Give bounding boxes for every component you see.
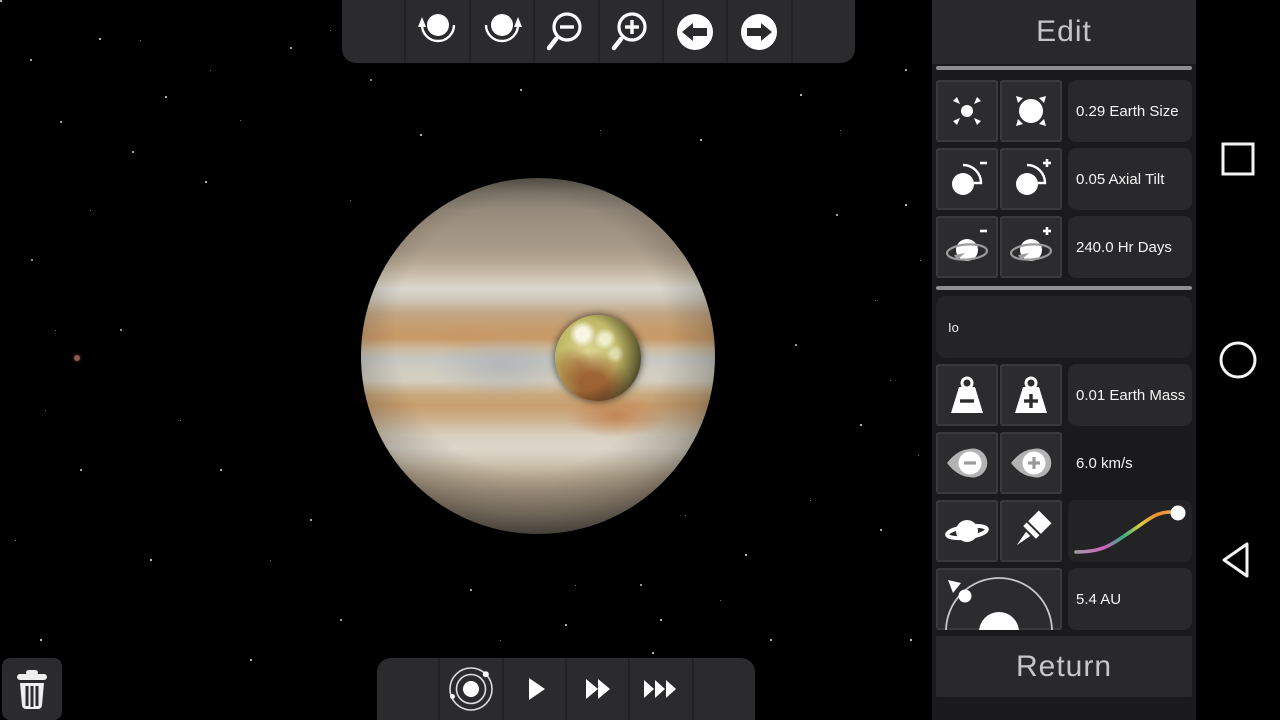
- rotate-right-icon: [480, 10, 524, 54]
- tilt-increase-button[interactable]: [1000, 148, 1062, 210]
- trash-icon: [10, 667, 54, 711]
- home-circle-icon: [1218, 340, 1258, 380]
- rotate-left-icon: [416, 10, 460, 54]
- toolbar-spacer: [342, 0, 404, 63]
- appearance-row: [932, 500, 1196, 562]
- return-button[interactable]: Return: [936, 636, 1192, 697]
- size-value-text: 0.29 Earth Size: [1076, 103, 1179, 120]
- size-increase-icon: [1009, 89, 1053, 133]
- toolbar-spacer: [791, 0, 855, 63]
- paintbrush-icon: [1009, 509, 1053, 553]
- toolbar-spacer: [692, 658, 755, 720]
- day-decrease-button[interactable]: [936, 216, 998, 278]
- color-curve-icon: [1068, 500, 1192, 562]
- divider: [936, 66, 1192, 70]
- tilt-increase-icon: [1009, 157, 1053, 201]
- android-nav-bar: [1196, 0, 1280, 720]
- day-value-text: 240.0 Hr Days: [1076, 239, 1172, 256]
- mass-decrease-icon: [945, 373, 989, 417]
- system-view-icon: [447, 665, 495, 713]
- camera-toolbar: [342, 0, 855, 63]
- mass-value-label: 0.01 Earth Mass: [1068, 364, 1192, 426]
- planet-jupiter[interactable]: [361, 178, 715, 534]
- moon-io[interactable]: [555, 315, 641, 401]
- orbit-distance-button[interactable]: [936, 568, 1062, 630]
- red-star: [74, 355, 80, 361]
- recents-button[interactable]: [1196, 123, 1280, 195]
- back-triangle-icon: [1217, 539, 1259, 581]
- starfield-faint: [0, 0, 1, 1]
- mass-decrease-button[interactable]: [936, 364, 998, 426]
- tilt-decrease-icon: [945, 157, 989, 201]
- mass-value-text: 0.01 Earth Mass: [1076, 387, 1185, 404]
- tilt-row: 0.05 Axial Tilt: [932, 148, 1196, 210]
- size-decrease-button[interactable]: [936, 80, 998, 142]
- day-increase-button[interactable]: [1000, 216, 1062, 278]
- orbit-value-label: 5.4 AU: [1068, 568, 1192, 630]
- play-button[interactable]: [502, 658, 565, 720]
- fastest-forward-button[interactable]: [628, 658, 691, 720]
- day-value-label: 240.0 Hr Days: [1068, 216, 1192, 278]
- fastest-forward-icon: [639, 667, 683, 711]
- page-title: Edit: [1036, 15, 1092, 49]
- zoom-out-button[interactable]: [533, 0, 597, 63]
- fast-forward-icon: [576, 667, 620, 711]
- velocity-increase-icon: [1009, 441, 1053, 485]
- tilt-value-label: 0.05 Axial Tilt: [1068, 148, 1192, 210]
- size-increase-button[interactable]: [1000, 80, 1062, 142]
- pan-left-button[interactable]: [662, 0, 726, 63]
- planet-name-input[interactable]: [936, 296, 1192, 358]
- recents-square-icon: [1220, 141, 1256, 177]
- day-increase-icon: [1009, 225, 1053, 269]
- zoom-in-icon: [609, 10, 653, 54]
- mass-row: 0.01 Earth Mass: [932, 364, 1196, 426]
- color-curve-button[interactable]: [1068, 500, 1192, 562]
- home-button[interactable]: [1196, 324, 1280, 396]
- size-row: 0.29 Earth Size: [932, 80, 1196, 142]
- mass-increase-icon: [1009, 373, 1053, 417]
- orbit-distance-icon: [936, 568, 1062, 630]
- delete-button[interactable]: [2, 658, 62, 720]
- pan-right-icon: [737, 10, 781, 54]
- day-decrease-icon: [945, 225, 989, 269]
- paint-button[interactable]: [1000, 500, 1062, 562]
- zoom-in-button[interactable]: [598, 0, 662, 63]
- velocity-value-label: 6.0 km/s: [1068, 432, 1192, 494]
- size-decrease-icon: [945, 89, 989, 133]
- rotate-left-button[interactable]: [404, 0, 468, 63]
- fast-forward-button[interactable]: [565, 658, 628, 720]
- edit-panel-header: Edit: [932, 0, 1196, 64]
- toolbar-spacer: [377, 658, 438, 720]
- pan-left-icon: [673, 10, 717, 54]
- rotate-right-button[interactable]: [469, 0, 533, 63]
- divider: [936, 286, 1192, 290]
- orbit-value-text: 5.4 AU: [1076, 591, 1121, 608]
- velocity-row: 6.0 km/s: [932, 432, 1196, 494]
- size-value-label: 0.29 Earth Size: [1068, 80, 1192, 142]
- app-screen: Edit: [0, 0, 1280, 720]
- velocity-decrease-button[interactable]: [936, 432, 998, 494]
- edit-panel: Edit: [932, 0, 1196, 720]
- velocity-increase-button[interactable]: [1000, 432, 1062, 494]
- velocity-decrease-icon: [945, 441, 989, 485]
- day-row: 240.0 Hr Days: [932, 216, 1196, 278]
- zoom-out-icon: [544, 10, 588, 54]
- tilt-decrease-button[interactable]: [936, 148, 998, 210]
- system-view-button[interactable]: [438, 658, 501, 720]
- back-button[interactable]: [1196, 524, 1280, 596]
- mass-increase-button[interactable]: [1000, 364, 1062, 426]
- orbit-row: 5.4 AU: [932, 568, 1196, 630]
- play-icon: [512, 667, 556, 711]
- rings-button[interactable]: [936, 500, 998, 562]
- planet-rings-icon: [945, 509, 989, 553]
- pan-right-button[interactable]: [726, 0, 790, 63]
- velocity-value-text: 6.0 km/s: [1076, 455, 1133, 472]
- tilt-value-text: 0.05 Axial Tilt: [1076, 171, 1164, 188]
- playback-toolbar: [377, 658, 755, 720]
